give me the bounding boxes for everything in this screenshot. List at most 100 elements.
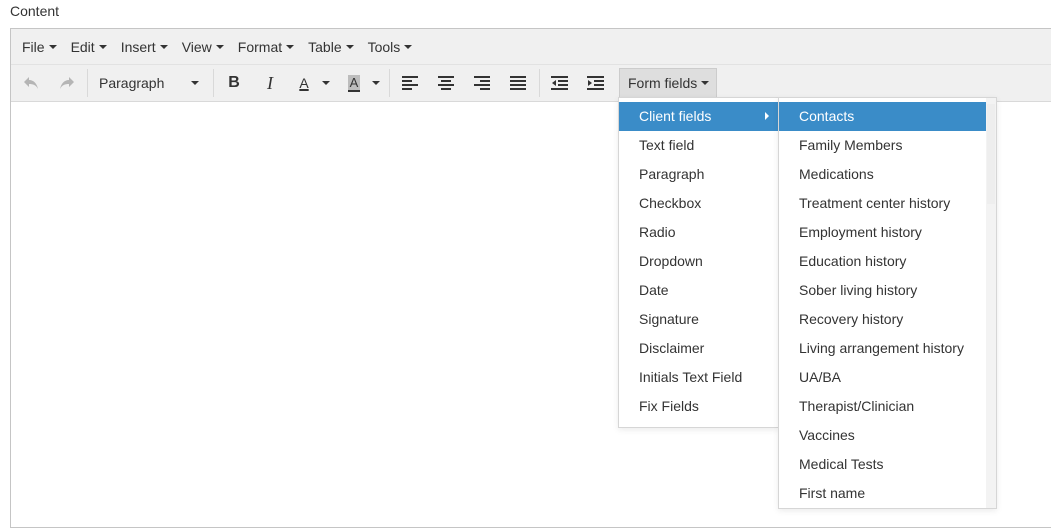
menu-item-date[interactable]: Date: [619, 276, 778, 305]
submenu-item-education-history[interactable]: Education history: [779, 247, 986, 276]
toolbar-divider: [539, 69, 540, 97]
menu-item-label: Dropdown: [639, 253, 703, 269]
form-fields-menu: Client fields Text field Paragraph Check…: [618, 97, 779, 428]
caret-down-icon: [404, 44, 413, 49]
submenu-item-label: Medications: [799, 166, 874, 182]
form-fields-label: Form fields: [628, 75, 698, 91]
submenu-item-label: Sober living history: [799, 282, 918, 298]
menu-label: File: [22, 38, 45, 55]
menu-item-checkbox[interactable]: Checkbox: [619, 189, 778, 218]
submenu-item-recovery-history[interactable]: Recovery history: [779, 305, 986, 334]
menu-label: Format: [237, 38, 283, 55]
undo-button[interactable]: [17, 69, 45, 97]
caret-down-icon: [48, 44, 57, 49]
caret-down-icon: [159, 44, 168, 49]
menu-item-fix-fields[interactable]: Fix Fields: [619, 392, 778, 421]
caret-down-icon: [215, 44, 224, 49]
menu-item-label: Signature: [639, 311, 699, 327]
caret-down-icon: [372, 81, 380, 85]
text-color-button[interactable]: A: [291, 69, 317, 97]
menu-item-disclaimer[interactable]: Disclaimer: [619, 334, 778, 363]
submenu-item-label: Therapist/Clinician: [799, 398, 915, 414]
menu-insert[interactable]: Insert: [114, 33, 175, 61]
submenu-item-label: Living arrangement history: [799, 340, 964, 356]
submenu-item-ua-ba[interactable]: UA/BA: [779, 363, 986, 392]
bold-icon: B: [228, 74, 240, 91]
submenu-item-label: Contacts: [799, 108, 855, 124]
align-center-button[interactable]: [433, 69, 459, 97]
submenu-item-label: UA/BA: [799, 369, 842, 385]
submenu-item-therapist-clinician[interactable]: Therapist/Clinician: [779, 392, 986, 421]
menu-table[interactable]: Table: [301, 33, 360, 61]
align-center-icon: [438, 76, 454, 90]
menu-item-label: Fix Fields: [639, 398, 699, 414]
scrollbar-thumb[interactable]: [987, 104, 995, 204]
menu-view[interactable]: View: [175, 33, 231, 61]
submenu-item-family-members[interactable]: Family Members: [779, 131, 986, 160]
block-format-select[interactable]: Paragraph: [93, 69, 207, 97]
background-color-dropdown[interactable]: [369, 69, 383, 97]
submenu-item-vaccines[interactable]: Vaccines: [779, 421, 986, 450]
caret-down-icon: [345, 44, 354, 49]
align-right-button[interactable]: [469, 69, 495, 97]
justify-icon: [510, 76, 526, 90]
menu-label: Tools: [367, 38, 401, 55]
toolbar-divider: [213, 69, 214, 97]
submenu-item-treatment-center-history[interactable]: Treatment center history: [779, 189, 986, 218]
menu-format[interactable]: Format: [231, 33, 301, 61]
submenu-item-label: Employment history: [799, 224, 922, 240]
indent-icon: [586, 76, 604, 90]
submenu-item-label: Education history: [799, 253, 907, 269]
menu-item-label: Client fields: [639, 108, 712, 124]
menu-item-text-field[interactable]: Text field: [619, 131, 778, 160]
submenu-item-medications[interactable]: Medications: [779, 160, 986, 189]
justify-button[interactable]: [505, 69, 531, 97]
toolbar-divider: [389, 69, 390, 97]
submenu-item-label: First name: [799, 485, 866, 501]
menu-item-dropdown[interactable]: Dropdown: [619, 247, 778, 276]
menu-item-label: Text field: [639, 137, 695, 153]
menu-label: Table: [308, 38, 342, 55]
bold-button[interactable]: B: [221, 69, 247, 97]
background-color-button[interactable]: A: [341, 69, 367, 97]
align-left-icon: [402, 76, 418, 90]
align-left-button[interactable]: [397, 69, 423, 97]
menu-item-client-fields[interactable]: Client fields: [619, 102, 778, 131]
menu-item-initials-text-field[interactable]: Initials Text Field: [619, 363, 778, 392]
menu-item-paragraph[interactable]: Paragraph: [619, 160, 778, 189]
submenu-item-sober-living-history[interactable]: Sober living history: [779, 276, 986, 305]
caret-down-icon: [322, 81, 330, 85]
caret-down-icon: [191, 81, 199, 85]
menu-item-label: Date: [639, 282, 669, 298]
menu-item-label: Disclaimer: [639, 340, 705, 356]
menu-label: Edit: [70, 38, 95, 55]
outdent-button[interactable]: [546, 69, 572, 97]
menu-item-radio[interactable]: Radio: [619, 218, 778, 247]
menu-item-label: Checkbox: [639, 195, 702, 211]
submenu-item-employment-history[interactable]: Employment history: [779, 218, 986, 247]
menu-item-signature[interactable]: Signature: [619, 305, 778, 334]
redo-button[interactable]: [53, 69, 81, 97]
submenu-item-first-name[interactable]: First name: [779, 479, 986, 508]
redo-icon: [60, 77, 74, 89]
text-color-dropdown[interactable]: [319, 69, 333, 97]
align-right-icon: [474, 76, 490, 90]
background-color-icon: A: [347, 74, 361, 92]
submenu-item-label: Vaccines: [799, 427, 855, 443]
menu-item-label: Radio: [639, 224, 676, 240]
submenu-item-living-arrangement-history[interactable]: Living arrangement history: [779, 334, 986, 363]
submenu-scrollbar[interactable]: [986, 98, 996, 508]
italic-button[interactable]: I: [257, 69, 283, 97]
field-label: Content: [10, 3, 60, 19]
menu-tools[interactable]: Tools: [361, 33, 420, 61]
menu-file[interactable]: File: [15, 33, 64, 61]
block-format-value: Paragraph: [99, 75, 165, 91]
submenu-item-contacts[interactable]: Contacts: [779, 102, 986, 131]
submenu-item-medical-tests[interactable]: Medical Tests: [779, 450, 986, 479]
form-fields-button[interactable]: Form fields: [619, 68, 717, 98]
submenu-item-label: Family Members: [799, 137, 903, 153]
submenu-item-label: Medical Tests: [799, 456, 884, 472]
submenu-item-label: Recovery history: [799, 311, 904, 327]
indent-button[interactable]: [582, 69, 608, 97]
menu-edit[interactable]: Edit: [64, 33, 114, 61]
